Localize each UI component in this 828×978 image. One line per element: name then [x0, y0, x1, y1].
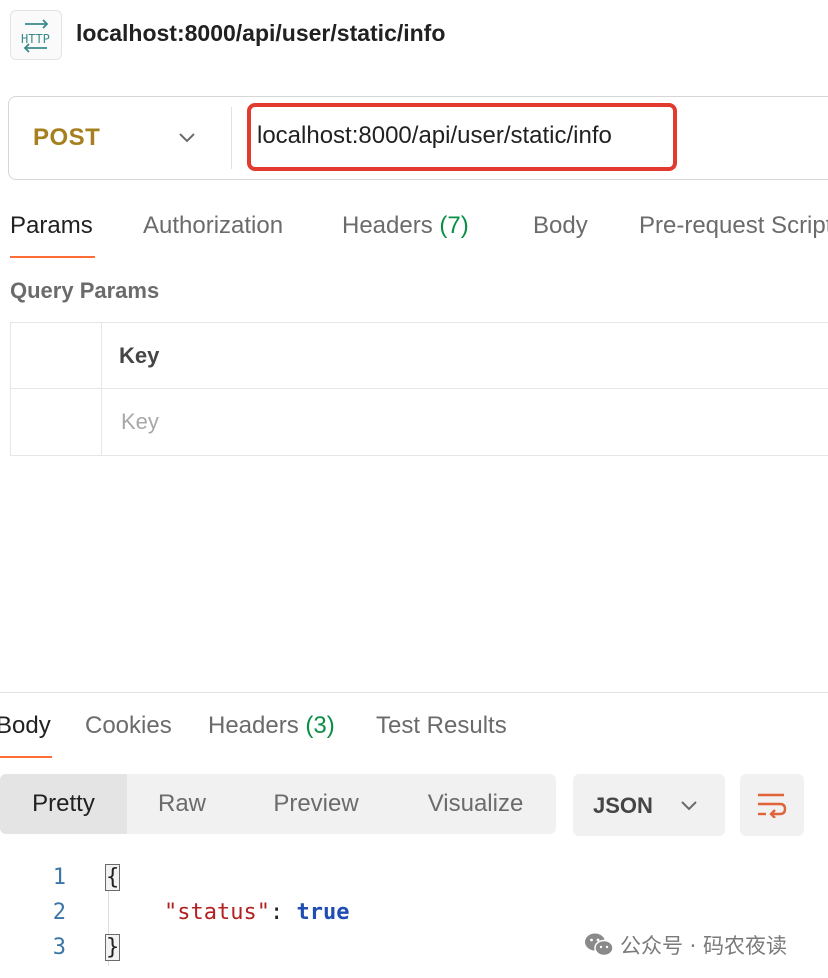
view-mode-toggle: Pretty Raw Preview Visualize [0, 774, 556, 834]
response-tab-headers-label: Headers [208, 712, 299, 739]
wrap-lines-icon [758, 793, 787, 818]
response-tab-headers[interactable]: Headers (3) [208, 712, 335, 740]
format-select[interactable]: JSON [573, 774, 725, 836]
table-column-divider [101, 323, 102, 455]
view-pretty-label: Pretty [32, 790, 95, 817]
tab-body[interactable]: Body [533, 212, 588, 240]
table-header-key: Key [119, 343, 160, 368]
code-line-open-brace: { [104, 864, 121, 891]
watermark-text: 公众号 · 码农夜读 [620, 934, 788, 958]
active-tab-indicator [10, 256, 95, 258]
query-params-table: Key [10, 322, 828, 456]
view-raw-button[interactable]: Raw [127, 774, 237, 834]
view-visualize-label: Visualize [427, 790, 524, 817]
response-tab-cookies-label: Cookies [85, 712, 172, 739]
tab-authorization-label: Authorization [143, 212, 284, 239]
response-tab-body-label: Body [0, 712, 51, 739]
line-number: 3 [52, 935, 66, 960]
method-label: POST [33, 124, 101, 151]
tab-title: localhost:8000/api/user/static/info [76, 20, 446, 46]
request-tab-header: HTTP localhost:8000/api/user/static/info [0, 0, 828, 72]
view-visualize-button[interactable]: Visualize [395, 774, 556, 834]
response-tab-body[interactable]: Body [0, 712, 51, 740]
param-key-input[interactable] [111, 391, 811, 453]
http-icon: HTTP [10, 10, 62, 60]
http-icon-text: HTTP [21, 32, 50, 46]
json-value: true [296, 900, 350, 925]
url-input[interactable]: localhost:8000/api/user/static/info [257, 122, 612, 150]
tab-body-label: Body [533, 212, 588, 239]
json-colon: : [269, 900, 297, 925]
close-brace: } [104, 934, 121, 961]
request-tabs: Params Authorization Headers (7) Body Pr… [0, 208, 828, 260]
wrap-lines-button[interactable] [740, 774, 804, 836]
response-active-tab-indicator [0, 756, 52, 758]
code-line-close-brace: } [104, 934, 121, 961]
watermark: 公众号 · 码农夜读 [584, 930, 787, 960]
response-tab-headers-count: (3) [305, 712, 335, 739]
tab-pre-request-script-label: Pre-request Script [639, 212, 828, 239]
wechat-icon [585, 933, 614, 957]
tab-pre-request-script[interactable]: Pre-request Script [639, 212, 828, 240]
tab-params-label: Params [10, 212, 93, 239]
code-line-status: "status": true [164, 900, 349, 925]
response-tab-cookies[interactable]: Cookies [85, 712, 172, 740]
response-tab-test-results-label: Test Results [376, 712, 507, 739]
view-pretty-button[interactable]: Pretty [0, 774, 127, 834]
table-row-divider [11, 388, 828, 389]
line-number: 1 [52, 865, 66, 890]
chevron-down-icon [681, 801, 697, 811]
line-number: 2 [52, 900, 66, 925]
query-params-title: Query Params [10, 278, 160, 303]
view-raw-label: Raw [157, 790, 206, 817]
response-tab-test-results[interactable]: Test Results [376, 712, 507, 740]
tab-headers[interactable]: Headers (7) [342, 212, 469, 240]
method-select[interactable]: POST [9, 97, 231, 179]
format-label: JSON [593, 793, 653, 818]
chevron-down-icon [179, 133, 195, 143]
view-preview-label: Preview [273, 790, 359, 817]
tab-headers-count: (7) [439, 212, 469, 239]
tab-authorization[interactable]: Authorization [143, 212, 283, 240]
response-divider [0, 692, 828, 693]
tab-params[interactable]: Params [10, 212, 93, 240]
open-brace: { [104, 864, 121, 891]
tab-headers-label: Headers [342, 212, 433, 239]
json-key: "status" [164, 900, 270, 925]
method-divider [231, 107, 232, 169]
view-preview-button[interactable]: Preview [237, 774, 395, 834]
